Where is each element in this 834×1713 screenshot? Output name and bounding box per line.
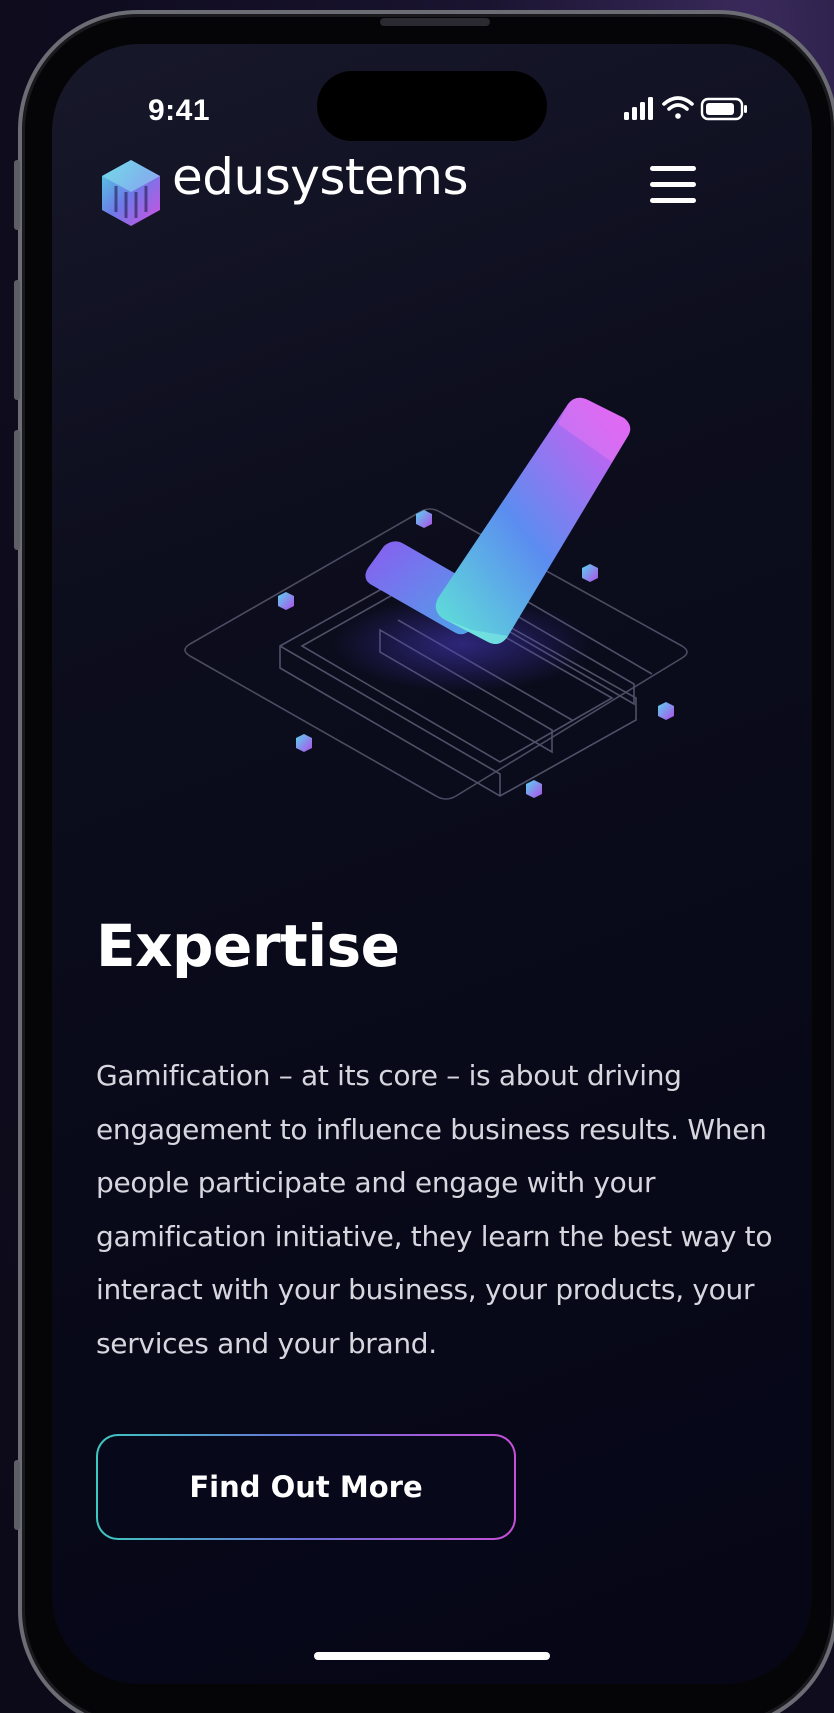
- section-body: Gamification – at its core – is about dr…: [96, 1059, 773, 1360]
- brand-name[interactable]: edusystems: [172, 148, 469, 206]
- checkmark-isometric-illustration: [112, 384, 752, 864]
- edusystems-logo-icon[interactable]: [96, 156, 166, 232]
- backdrop: 9:41 edusystems Expertise Gamification –…: [0, 0, 834, 1713]
- status-icons: [622, 94, 762, 124]
- phone-side-button: [14, 430, 20, 550]
- phone-side-button: [14, 280, 20, 400]
- home-indicator[interactable]: [314, 1652, 550, 1660]
- section-title: Expertise: [96, 912, 400, 980]
- dynamic-island: [317, 71, 547, 141]
- status-time: 9:41: [148, 94, 211, 127]
- wifi-icon: [662, 96, 694, 119]
- phone-side-button: [14, 160, 20, 230]
- battery-icon: [700, 97, 747, 121]
- cellular-signal-icon: [624, 97, 653, 120]
- phone-side-button: [14, 1460, 20, 1530]
- phone-speaker: [380, 18, 490, 26]
- phone-screen: 9:41 edusystems Expertise Gamification –…: [52, 44, 812, 1684]
- hamburger-menu-icon[interactable]: [646, 162, 702, 214]
- find-out-more-button[interactable]: Find Out More: [96, 1434, 516, 1540]
- find-out-more-label: Find Out More: [98, 1436, 514, 1538]
